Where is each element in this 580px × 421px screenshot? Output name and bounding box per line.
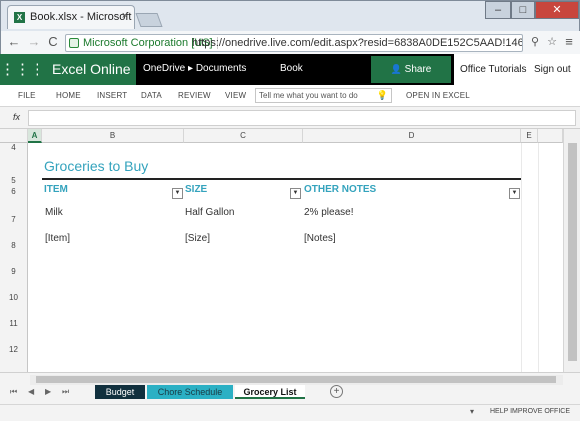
sheet-tab-chore-schedule[interactable]: Chore Schedule [147, 385, 233, 399]
vertical-scroll-thumb[interactable] [568, 143, 577, 361]
bookmark-icon[interactable]: ☆ [545, 35, 559, 49]
row-header-6[interactable]: 6 [0, 183, 28, 200]
next-sheet-icon[interactable]: ▶ [45, 387, 51, 396]
function-icon[interactable]: fx [13, 112, 20, 122]
row-header-7[interactable]: 7 [0, 200, 28, 226]
share-button[interactable]: 👤 Share [371, 56, 451, 83]
cell-size[interactable]: [Size] [185, 233, 210, 244]
filter-dropdown-icon[interactable]: ▼ [172, 188, 183, 199]
sign-out-link[interactable]: Sign out [534, 64, 571, 75]
maximize-button[interactable]: □ [511, 1, 535, 19]
header-size[interactable]: SIZE [185, 184, 207, 195]
horizontal-scroll-thumb[interactable] [36, 376, 556, 383]
column-header-d[interactable]: D [303, 129, 521, 143]
tell-me-placeholder: Tell me what you want to do [259, 91, 358, 100]
reload-icon[interactable]: C [46, 35, 60, 49]
close-window-button[interactable]: ✕ [535, 1, 579, 19]
tab-insert[interactable]: INSERT [97, 91, 127, 100]
cell-item[interactable]: Milk [45, 207, 63, 218]
tab-title: Book.xlsx - Microsoft Exce [30, 11, 134, 23]
address-bar[interactable]: Microsoft Corporation [US] https://onedr… [65, 34, 523, 52]
gridline [538, 143, 539, 381]
header-right-panel: Office Tutorials Sign out [454, 54, 580, 85]
sheet-tab-grocery-list[interactable]: Grocery List [235, 385, 305, 399]
spreadsheet-grid[interactable]: A B C D E 4 5 6 7 8 9 10 11 12 Groceries… [0, 129, 580, 381]
tab-home[interactable]: HOME [56, 91, 81, 100]
vertical-scrollbar[interactable] [563, 129, 580, 381]
column-header-b[interactable]: B [42, 129, 184, 143]
excel-header: ⋮⋮⋮ Excel Online OneDrive ▸ Documents Bo… [0, 54, 580, 85]
back-icon[interactable]: ← [7, 35, 21, 49]
new-tab-button[interactable] [135, 13, 163, 27]
cell-item[interactable]: [Item] [45, 233, 70, 244]
tab-close-icon[interactable]: × [122, 10, 128, 22]
cell-notes[interactable]: 2% please! [304, 207, 353, 218]
lock-icon [69, 38, 79, 48]
cell-notes[interactable]: [Notes] [304, 233, 336, 244]
row-header-11[interactable]: 11 [0, 304, 28, 330]
sheet-tab-budget[interactable]: Budget [95, 385, 145, 399]
row-header-4[interactable]: 4 [0, 143, 28, 153]
forward-icon[interactable]: → [27, 35, 41, 49]
formula-bar: fx [0, 107, 580, 129]
tab-file[interactable]: FILE [18, 91, 36, 100]
column-header-a[interactable]: A [28, 129, 42, 143]
row-header-5[interactable]: 5 [0, 153, 28, 185]
office-tutorials-link[interactable]: Office Tutorials [460, 64, 527, 75]
sheet-title[interactable]: Groceries to Buy [44, 158, 148, 174]
column-header-e[interactable]: E [521, 129, 538, 143]
tell-me-search[interactable]: Tell me what you want to do 💡 [255, 88, 392, 103]
column-header-c[interactable]: C [184, 129, 303, 143]
help-improve-office-link[interactable]: HELP IMPROVE OFFICE [490, 408, 570, 415]
url-text[interactable]: https://onedrive.live.com/edit.aspx?resi… [192, 37, 522, 49]
row-header-10[interactable]: 10 [0, 278, 28, 304]
status-caret-icon[interactable]: ▾ [470, 407, 474, 416]
browser-chrome: X Book.xlsx - Microsoft Exce × – □ ✕ ← →… [0, 0, 580, 55]
title-underline [42, 178, 521, 180]
extension-icon[interactable]: ⚲ [528, 35, 542, 49]
share-label: Share [404, 64, 432, 75]
previous-sheet-icon[interactable]: ◀ [28, 387, 34, 396]
add-sheet-icon[interactable]: + [330, 385, 343, 398]
breadcrumb[interactable]: OneDrive ▸ Documents [143, 63, 246, 74]
row-header-9[interactable]: 9 [0, 252, 28, 278]
open-in-excel-button[interactable]: OPEN IN EXCEL [406, 91, 470, 100]
minimize-button[interactable]: – [485, 1, 511, 19]
column-header-f[interactable] [538, 129, 563, 143]
status-bar: ▾ HELP IMPROVE OFFICE [0, 404, 580, 421]
filter-dropdown-icon[interactable]: ▼ [509, 188, 520, 199]
header-item[interactable]: ITEM [44, 184, 68, 195]
address-bar-row: ← → C Microsoft Corporation [US] https:/… [1, 31, 580, 55]
excel-online-brand[interactable]: Excel Online [38, 54, 136, 85]
row-header-8[interactable]: 8 [0, 226, 28, 252]
select-all-corner[interactable] [0, 129, 28, 143]
horizontal-scrollbar[interactable] [30, 375, 563, 385]
excel-file-icon: X [14, 12, 25, 23]
formula-input[interactable] [28, 110, 576, 126]
lightbulb-icon: 💡 [376, 90, 388, 100]
person-add-icon: 👤 [390, 64, 402, 74]
document-name[interactable]: Book [280, 63, 303, 74]
gridline [521, 143, 522, 381]
filter-dropdown-icon[interactable]: ▼ [290, 188, 301, 199]
first-sheet-icon[interactable]: ⏮ [10, 387, 17, 397]
last-sheet-icon[interactable]: ⏭ [62, 387, 69, 397]
sheet-bar: ⏮ ◀ ▶ ⏭ Budget Chore Schedule Grocery Li… [0, 372, 580, 421]
tab-review[interactable]: REVIEW [178, 91, 211, 100]
app-launcher-icon[interactable]: ⋮⋮⋮ [0, 54, 45, 85]
browser-tab[interactable]: X Book.xlsx - Microsoft Exce × [7, 5, 135, 29]
menu-icon[interactable]: ≡ [562, 35, 576, 49]
cell-size[interactable]: Half Gallon [185, 207, 234, 218]
tab-data[interactable]: DATA [141, 91, 162, 100]
header-other-notes[interactable]: OTHER NOTES [304, 184, 376, 195]
tab-view[interactable]: VIEW [225, 91, 246, 100]
ribbon: FILE HOME INSERT DATA REVIEW VIEW Tell m… [0, 85, 580, 107]
